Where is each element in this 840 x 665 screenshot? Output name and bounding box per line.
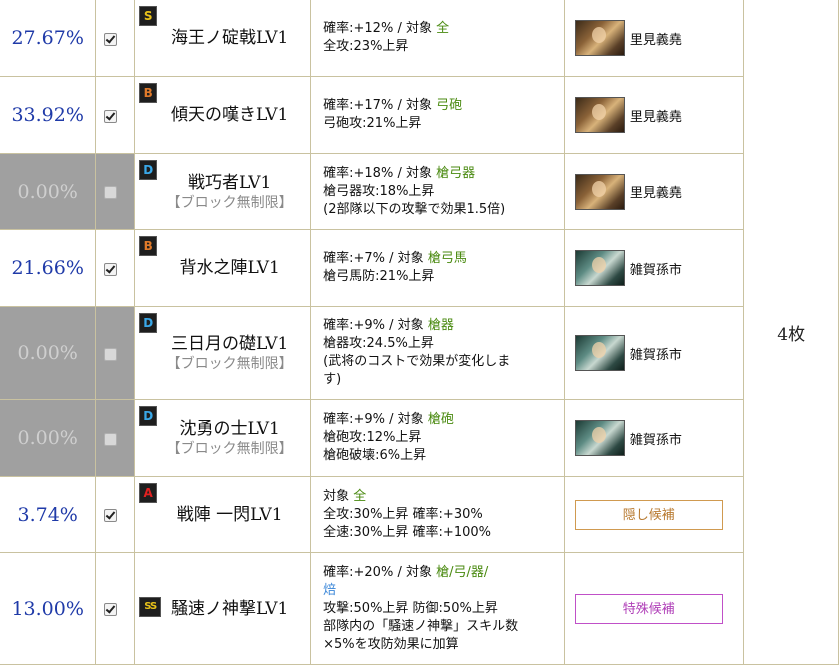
skill-description: 確率:+17% / 対象 弓砲 弓砲攻:21%上昇 xyxy=(310,76,565,154)
skill-checkbox[interactable] xyxy=(104,603,118,616)
percent-cell: 27.67% xyxy=(0,0,97,77)
target-text: 弓砲 xyxy=(436,98,463,113)
rank-badge: B xyxy=(139,236,158,256)
skill-checkbox[interactable] xyxy=(104,432,118,446)
skill-description: 確率:+9% / 対象 槍砲 槍砲攻:12%上昇 槍砲破壊:6%上昇 xyxy=(310,399,565,477)
skill-name: 騒速ノ神撃LV1 xyxy=(170,598,289,619)
target-text: 槍砲 xyxy=(427,412,454,427)
percent-cell: 0.00% xyxy=(0,153,97,230)
general-portrait xyxy=(574,420,625,456)
hidden-candidate-button[interactable]: 隠し候補 xyxy=(574,499,723,530)
general-name: 雑賀孫市 xyxy=(629,262,682,278)
skill-checkbox[interactable] xyxy=(104,32,118,46)
skill-row: 21.66% B 背水之陣LV1 確率:+7% / 対象 槍弓馬 槍弓馬防:21… xyxy=(0,229,839,307)
general-portrait xyxy=(574,250,625,286)
skill-description: 確率:+20% / 対象 槍/弓/器/ 焙 攻撃:50%上昇 防御:50%上昇 … xyxy=(310,552,565,665)
percent-cell: 21.66% xyxy=(0,229,97,307)
skill-name: 沈勇の士LV1 xyxy=(179,419,280,439)
target-text-cont: 焙 xyxy=(323,582,337,598)
general-name: 里見義堯 xyxy=(629,109,682,125)
skill-checkbox[interactable] xyxy=(104,186,118,199)
general-portrait xyxy=(574,335,625,371)
skill-row: 0.00% D 沈勇の士LV1 【ブロック無制限】 確率:+9% / 対象 槍砲… xyxy=(0,399,839,477)
skill-table: 27.67% S 海王ノ碇戟LV1 確率:+12% / 対象 全 全攻:23%上… xyxy=(0,0,839,665)
rank-badge: D xyxy=(139,160,158,180)
target-text: 槍器 xyxy=(427,318,454,333)
target-text: 全 xyxy=(436,21,450,36)
general-portrait xyxy=(574,20,625,56)
special-candidate-button[interactable]: 特殊候補 xyxy=(574,593,723,624)
general-portrait xyxy=(574,173,625,210)
skill-row: 27.67% S 海王ノ碇戟LV1 確率:+12% / 対象 全 全攻:23%上… xyxy=(0,0,839,665)
skill-checkbox[interactable] xyxy=(104,347,118,361)
rank-badge: D xyxy=(139,313,158,333)
skill-name: 戦陣 一閃LV1 xyxy=(176,504,283,525)
target-text: 槍/弓/器/ xyxy=(436,564,489,580)
skill-row: 0.00% D 三日月の礎LV1 【ブロック無制限】 確率:+9% / 対象 槍… xyxy=(0,306,839,400)
percent-cell: 0.00% xyxy=(0,306,97,400)
skill-row: 33.92% B 傾天の嘆きLV1 確率:+17% / 対象 弓砲 弓砲攻:21… xyxy=(0,76,839,154)
percent-cell: 33.92% xyxy=(0,76,97,154)
rank-badge: D xyxy=(139,406,158,426)
block-message: 【ブロック無制限】 xyxy=(166,441,293,457)
skill-description: 確率:+9% / 対象 槍器 槍器攻:24.5%上昇 (武将のコストで効果が変化… xyxy=(310,306,565,400)
rank-badge: SS xyxy=(139,597,162,617)
general-name: 雑賀孫市 xyxy=(629,347,682,363)
target-text: 全 xyxy=(353,488,367,504)
block-message: 【ブロック無制限】 xyxy=(166,194,293,211)
skill-name: 三日月の礎LV1 xyxy=(170,334,289,354)
target-text: 槍弓馬 xyxy=(427,251,467,266)
skill-row: 3.74% A 戦陣 一閃LV1 対象 全 全攻:30%上昇 確率:+30% 全… xyxy=(0,476,839,553)
rank-badge: A xyxy=(139,483,158,503)
skill-row: 0.00% D 戦巧者LV1 【ブロック無制限】 確率:+18% / 対象 槍弓… xyxy=(0,153,839,230)
general-name: 里見義堯 xyxy=(629,32,682,48)
card-count: 4枚 xyxy=(743,0,839,665)
general-name: 里見義堯 xyxy=(629,186,682,201)
skill-checkbox[interactable] xyxy=(104,262,118,276)
percent-cell: 3.74% xyxy=(0,476,97,553)
general-portrait xyxy=(574,97,625,133)
skill-name: 戦巧者LV1 xyxy=(187,172,272,193)
general-name: 雑賀孫市 xyxy=(629,432,682,448)
rank-badge: S xyxy=(139,6,158,26)
skill-description: 確率:+7% / 対象 槍弓馬 槍弓馬防:21%上昇 xyxy=(310,229,565,307)
skill-checkbox[interactable] xyxy=(104,109,118,123)
skill-name: 傾天の嘆きLV1 xyxy=(170,105,289,125)
skill-name: 背水之陣LV1 xyxy=(179,258,280,278)
rank-badge: B xyxy=(139,83,158,103)
skill-description: 確率:+18% / 対象 槍弓器 槍弓器攻:18%上昇 (2部隊以下の攻撃で効果… xyxy=(310,153,565,230)
target-text: 槍弓器 xyxy=(436,165,476,181)
block-message: 【ブロック無制限】 xyxy=(166,356,293,372)
skill-name: 海王ノ碇戟LV1 xyxy=(170,28,289,48)
skill-description: 確率:+12% / 対象 全 全攻:23%上昇 xyxy=(310,0,565,77)
skill-row: 13.00% SS 騒速ノ神撃LV1 確率:+20% / 対象 槍/弓/器/ 焙… xyxy=(0,552,839,665)
skill-description: 対象 全 全攻:30%上昇 確率:+30% 全速:30%上昇 確率:+100% xyxy=(310,476,565,553)
skill-checkbox[interactable] xyxy=(104,509,118,522)
percent-cell: 13.00% xyxy=(0,552,97,665)
percent-cell: 0.00% xyxy=(0,399,97,477)
